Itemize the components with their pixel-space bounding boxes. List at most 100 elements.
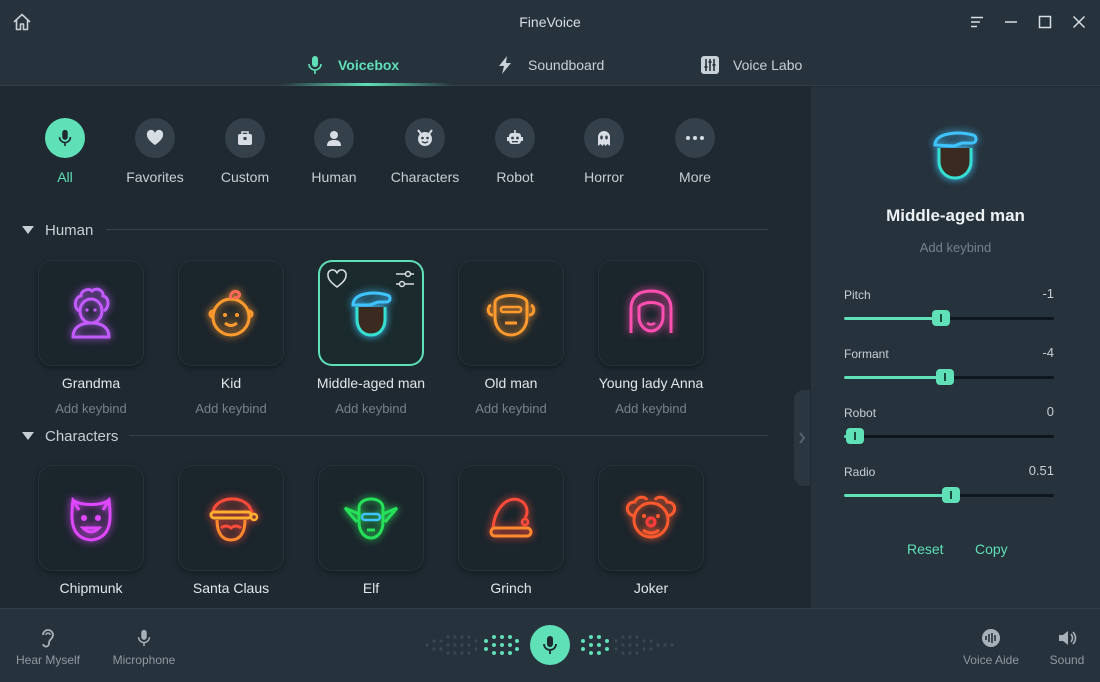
tab-voicebox[interactable]: Voicebox <box>304 44 399 86</box>
ghost-icon <box>584 118 624 158</box>
microphone-icon <box>304 54 326 76</box>
maximize-icon[interactable] <box>1034 11 1056 33</box>
category-favorites[interactable]: Favorites <box>115 118 195 185</box>
speaker-icon <box>1056 627 1078 649</box>
category-label: All <box>57 169 73 185</box>
robot-icon <box>495 118 535 158</box>
voice-changer-toggle-button[interactable] <box>530 625 570 665</box>
add-keybind-link[interactable]: Add keybind <box>581 401 721 416</box>
voice-card-elf[interactable]: Elf <box>301 465 441 596</box>
voice-card-joker[interactable]: Joker <box>581 465 721 596</box>
radio-value: 0.51 <box>1028 463 1054 478</box>
voice-name: Middle-aged man <box>316 375 426 391</box>
voice-settings-panel: Middle-aged man Add keybind Pitch -1 For… <box>811 87 1100 608</box>
voice-name: Grandma <box>61 375 121 391</box>
sound-label: Sound <box>1049 653 1085 667</box>
more-dots-icon <box>675 118 715 158</box>
slider-thumb[interactable] <box>845 428 864 444</box>
reset-button[interactable]: Reset <box>907 541 944 557</box>
voice-tile[interactable] <box>178 260 284 366</box>
middle-aged-man-icon <box>351 291 392 337</box>
ear-icon <box>37 627 59 649</box>
voice-list-panel: All Favorites Custom Human Characters Ro… <box>0 87 810 608</box>
copy-button[interactable]: Copy <box>975 541 1008 557</box>
santa-icon <box>209 497 259 542</box>
voice-tile[interactable] <box>318 260 424 366</box>
chevron-right-icon <box>799 432 806 444</box>
voice-tile[interactable] <box>38 465 144 571</box>
voice-name: Grinch <box>490 580 532 596</box>
voice-tile[interactable] <box>458 465 564 571</box>
bottom-bar: Hear Myself Microphone Voice Aide Sound <box>0 608 1100 682</box>
voice-card-young-lady-anna[interactable]: Young lady Anna Add keybind <box>581 260 721 416</box>
voice-name: Elf <box>362 580 380 596</box>
young-lady-icon <box>629 289 673 333</box>
add-keybind-link[interactable]: Add keybind <box>21 401 161 416</box>
category-label: Horror <box>584 169 624 185</box>
radio-slider[interactable] <box>844 487 1054 503</box>
tab-soundboard[interactable]: Soundboard <box>494 44 604 86</box>
voice-card-middle-aged-man[interactable]: Middle-aged man Add keybind <box>301 260 441 416</box>
add-keybind-link[interactable]: Add keybind <box>441 401 581 416</box>
category-custom[interactable]: Custom <box>205 118 285 185</box>
old-man-icon <box>486 294 536 337</box>
add-keybind-link[interactable]: Add keybind <box>301 401 441 416</box>
category-horror[interactable]: Horror <box>564 118 644 185</box>
category-all[interactable]: All <box>25 118 105 185</box>
category-robot[interactable]: Robot <box>475 118 555 185</box>
section-title: Characters <box>45 427 119 445</box>
slider-thumb[interactable] <box>942 487 961 503</box>
voice-card-old-man[interactable]: Old man Add keybind <box>441 260 581 416</box>
category-label: Favorites <box>126 169 184 185</box>
voice-card-santa-claus[interactable]: Santa Claus <box>161 465 301 596</box>
menu-icon[interactable] <box>966 11 988 33</box>
person-icon <box>314 118 354 158</box>
category-characters[interactable]: Characters <box>385 118 465 185</box>
panel-collapse-handle[interactable] <box>794 390 810 486</box>
voice-level-left-icon <box>425 635 519 655</box>
grinch-hat-icon <box>489 497 533 538</box>
formant-value: -4 <box>1042 345 1054 360</box>
microphone-icon <box>45 118 85 158</box>
briefcase-icon <box>225 118 265 158</box>
category-human[interactable]: Human <box>294 118 374 185</box>
category-label: Characters <box>390 169 460 185</box>
voice-tile[interactable] <box>458 260 564 366</box>
voice-tile[interactable] <box>38 260 144 366</box>
voice-name: Kid <box>220 375 242 391</box>
voice-tile[interactable] <box>598 260 704 366</box>
microphone-button[interactable]: Microphone <box>106 627 182 667</box>
section-characters-toggle[interactable]: Characters <box>22 426 118 446</box>
microphone-icon <box>133 627 155 649</box>
voice-tile[interactable] <box>178 465 284 571</box>
voice-card-grinch[interactable]: Grinch <box>441 465 581 596</box>
robot-slider[interactable] <box>844 428 1054 444</box>
voice-card-chipmunk[interactable]: Chipmunk <box>21 465 161 596</box>
hear-myself-button[interactable]: Hear Myself <box>10 627 86 667</box>
add-keybind-link[interactable]: Add keybind <box>161 401 301 416</box>
section-human-toggle[interactable]: Human <box>22 220 93 240</box>
voice-card-kid[interactable]: Kid Add keybind <box>161 260 301 416</box>
voice-tile[interactable] <box>598 465 704 571</box>
voice-aide-button[interactable]: Voice Aide <box>953 627 1029 667</box>
microphone-icon <box>543 636 557 654</box>
voice-card-grandma[interactable]: Grandma Add keybind <box>21 260 161 416</box>
slider-thumb[interactable] <box>935 369 954 385</box>
voice-tile[interactable] <box>318 465 424 571</box>
minimize-icon[interactable] <box>1000 11 1022 33</box>
category-more[interactable]: More <box>655 118 735 185</box>
robot-label: Robot <box>844 406 877 420</box>
category-label: Robot <box>496 169 534 185</box>
add-keybind-link[interactable]: Add keybind <box>811 240 1100 255</box>
close-icon[interactable] <box>1068 11 1090 33</box>
sound-button[interactable]: Sound <box>1036 627 1098 667</box>
devil-face-icon <box>405 118 445 158</box>
category-label: More <box>679 169 711 185</box>
middle-aged-man-icon <box>933 131 978 180</box>
formant-slider[interactable] <box>844 369 1054 385</box>
tab-voice-labo[interactable]: Voice Labo <box>699 44 802 86</box>
microphone-label: Microphone <box>112 653 176 667</box>
radio-label: Radio <box>844 465 876 479</box>
slider-thumb[interactable] <box>931 310 950 326</box>
pitch-slider[interactable] <box>844 310 1054 326</box>
